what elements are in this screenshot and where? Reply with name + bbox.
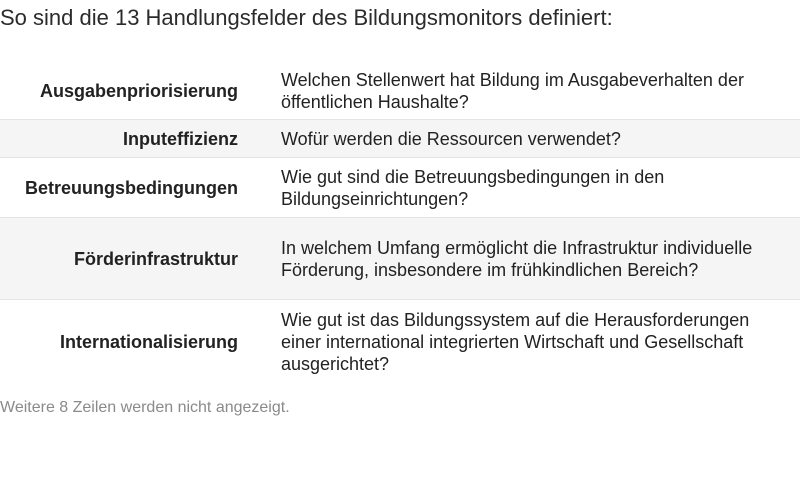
row-term: Internationalisierung <box>59 332 238 352</box>
row-description: Welchen Stellenwert hat Bildung im Ausga… <box>281 69 744 112</box>
page-title: So sind die 13 Handlungsfelder des Bildu… <box>0 5 613 30</box>
table-row: Ausgabenpriorisierung Welchen Stellenwer… <box>0 62 800 120</box>
table-row: Förderinfrastruktur In welchem Umfang er… <box>0 218 800 300</box>
row-term: Betreuungsbedingungen <box>25 177 238 198</box>
table-row: Inputeffizienz Wofür werden die Ressourc… <box>0 120 800 158</box>
row-term: Inputeffizienz <box>123 128 238 149</box>
table-row: Betreuungsbedingungen Wie gut sind die B… <box>0 158 800 218</box>
row-description: Wofür werden die Ressourcen verwendet? <box>281 128 621 149</box>
table-row: Internationalisierung Wie gut ist das Bi… <box>0 300 800 384</box>
row-term: Förderinfrastruktur <box>73 248 238 269</box>
hidden-rows-note: Weitere 8 Zeilen werden nicht angezeigt. <box>0 399 290 416</box>
row-description: Wie gut ist das Bildungssystem auf die H… <box>281 310 750 374</box>
row-term: Ausgabenpriorisierung <box>39 80 238 101</box>
row-description: In welchem Umfang ermöglicht die Infrast… <box>281 237 753 280</box>
row-description: Wie gut sind die Betreuungsbedingungen i… <box>281 166 665 209</box>
definitions-table: Ausgabenpriorisierung Welchen Stellenwer… <box>0 62 800 384</box>
